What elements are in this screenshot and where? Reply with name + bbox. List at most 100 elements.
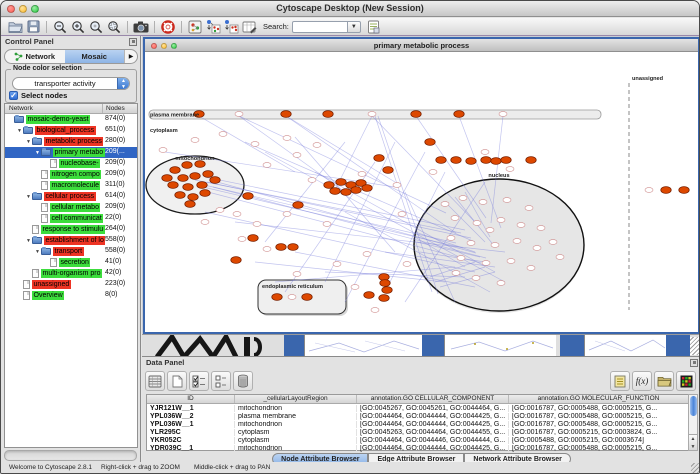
graph-node-selected[interactable] — [276, 244, 286, 251]
graph-node[interactable] — [308, 178, 316, 183]
table-column-header[interactable]: ID — [147, 395, 235, 403]
graph-node[interactable] — [253, 222, 261, 227]
node-color-dropdown[interactable]: transporter activity ▲▼ — [12, 77, 130, 90]
table-row[interactable]: YJR121W__1mitochondrion[GO:0045267, GO:0… — [147, 404, 690, 412]
expand-arrow-icon[interactable]: ▼ — [25, 194, 32, 200]
unselect-attributes-icon[interactable] — [211, 371, 231, 391]
graph-node[interactable] — [459, 196, 467, 201]
graph-node[interactable] — [403, 262, 411, 267]
minimize-window-icon[interactable] — [19, 5, 27, 13]
graph-node-selected[interactable] — [248, 235, 258, 242]
graph-node-selected[interactable] — [190, 173, 200, 180]
graph-node-selected[interactable] — [288, 244, 298, 251]
graph-node[interactable] — [351, 285, 359, 290]
graph-node-selected[interactable] — [466, 158, 476, 165]
graph-node[interactable] — [263, 247, 271, 252]
graph-node[interactable] — [506, 167, 514, 172]
graph-node-selected[interactable] — [281, 111, 291, 118]
zoom-selected-region-icon[interactable] — [105, 19, 123, 35]
graph-node-selected[interactable] — [382, 287, 392, 294]
graph-node[interactable] — [251, 142, 259, 147]
graph-node[interactable] — [429, 170, 437, 175]
graph-node[interactable] — [497, 218, 505, 223]
layout-vertical-icon[interactable] — [204, 19, 222, 35]
graph-node-selected[interactable] — [362, 185, 372, 192]
table-column-header[interactable]: _cellularLayoutRegion — [235, 395, 357, 403]
graph-node[interactable] — [527, 266, 535, 271]
tabs-overflow-icon[interactable]: ▶ — [124, 50, 137, 63]
graph-node[interactable] — [368, 112, 376, 117]
graph-node[interactable] — [499, 112, 507, 117]
network-view-titlebar[interactable]: primary metabolic process — [145, 39, 698, 52]
attribute-columns-icon[interactable] — [145, 371, 165, 391]
graph-node-selected[interactable] — [364, 292, 374, 299]
graph-node[interactable] — [481, 150, 489, 155]
graph-node[interactable] — [447, 236, 455, 241]
zoom-in-icon[interactable] — [69, 19, 87, 35]
graph-node-selected[interactable] — [185, 201, 195, 208]
graph-node-selected[interactable] — [679, 187, 689, 194]
graph-node[interactable] — [358, 172, 366, 177]
graph-node[interactable] — [371, 308, 379, 313]
graph-node-selected[interactable] — [302, 294, 312, 301]
graph-node[interactable] — [645, 188, 653, 193]
graph-node[interactable] — [398, 212, 406, 217]
layout-horizontal-icon[interactable] — [222, 19, 240, 35]
help-lifebuoy-icon[interactable] — [159, 19, 177, 35]
graph-node-selected[interactable] — [188, 194, 198, 201]
graph-node-selected[interactable] — [324, 182, 334, 189]
graph-node-selected[interactable] — [501, 157, 511, 164]
graph-node[interactable] — [201, 220, 209, 225]
tree-row[interactable]: macromolecule311(0) — [5, 180, 137, 191]
close-window-icon[interactable] — [7, 5, 15, 13]
graph-node-selected[interactable] — [293, 202, 303, 209]
search-input[interactable] — [292, 21, 348, 33]
graph-node[interactable] — [393, 183, 401, 188]
graph-node-selected[interactable] — [330, 188, 340, 195]
float-panel-icon[interactable] — [129, 38, 137, 46]
graph-node-selected[interactable] — [481, 157, 491, 164]
table-column-header[interactable]: annotation.GO CELLULAR_COMPONENT — [357, 395, 509, 403]
tree-row[interactable]: multi-organism pro42(0) — [5, 268, 137, 279]
graph-node-selected[interactable] — [200, 190, 210, 197]
scrollbar-thumb[interactable] — [690, 396, 697, 416]
graph-node[interactable] — [159, 148, 167, 153]
tree-row[interactable]: mosaic-demo-yeast874(0) — [5, 114, 137, 125]
graph-node-selected[interactable] — [425, 139, 435, 146]
graph-node[interactable] — [513, 239, 521, 244]
import-attributes-icon[interactable] — [654, 371, 674, 391]
tree-row[interactable]: Overview8(0) — [5, 290, 137, 301]
zoom-view-icon[interactable] — [171, 43, 177, 49]
graph-node[interactable] — [533, 246, 541, 251]
graph-node-selected[interactable] — [491, 158, 501, 165]
graph-node[interactable] — [525, 206, 533, 211]
delete-attribute-icon[interactable] — [233, 371, 253, 391]
graph-node[interactable] — [333, 262, 341, 267]
attribute-batch-editor-icon[interactable] — [610, 371, 630, 391]
zoom-out-icon[interactable] — [51, 19, 69, 35]
graph-node-selected[interactable] — [436, 157, 446, 164]
table-column-header[interactable]: annotation.GO MOLECULAR_FUNCTION — [509, 395, 689, 403]
graph-node[interactable] — [441, 202, 449, 207]
tree-row[interactable]: ▼primary metabo209(... — [5, 147, 137, 158]
graph-node[interactable] — [283, 212, 291, 217]
graph-node[interactable] — [482, 261, 490, 266]
graph-node-selected[interactable] — [374, 155, 384, 162]
graph-node[interactable] — [288, 295, 296, 300]
graph-node-selected[interactable] — [526, 157, 536, 164]
table-row[interactable]: YPL036W__1mitochondrion[GO:0044464, GO:0… — [147, 420, 690, 428]
graph-node-selected[interactable] — [162, 175, 172, 182]
tree-row[interactable]: ▼establishment of lo558(0) — [5, 235, 137, 246]
graph-node[interactable] — [486, 228, 494, 233]
graph-node[interactable] — [293, 153, 301, 158]
expand-arrow-icon[interactable]: ▼ — [25, 238, 32, 244]
graph-node-selected[interactable] — [197, 182, 207, 189]
tree-row[interactable]: nucleobase-209(0) — [5, 158, 137, 169]
graph-node-selected[interactable] — [379, 295, 389, 302]
advanced-search-icon[interactable] — [365, 19, 383, 35]
snapshot-camera-icon[interactable] — [132, 19, 150, 35]
select-attributes-icon[interactable] — [189, 371, 209, 391]
graph-node-selected[interactable] — [383, 167, 393, 174]
graph-node-selected[interactable] — [178, 175, 188, 182]
graph-node[interactable] — [283, 136, 291, 141]
